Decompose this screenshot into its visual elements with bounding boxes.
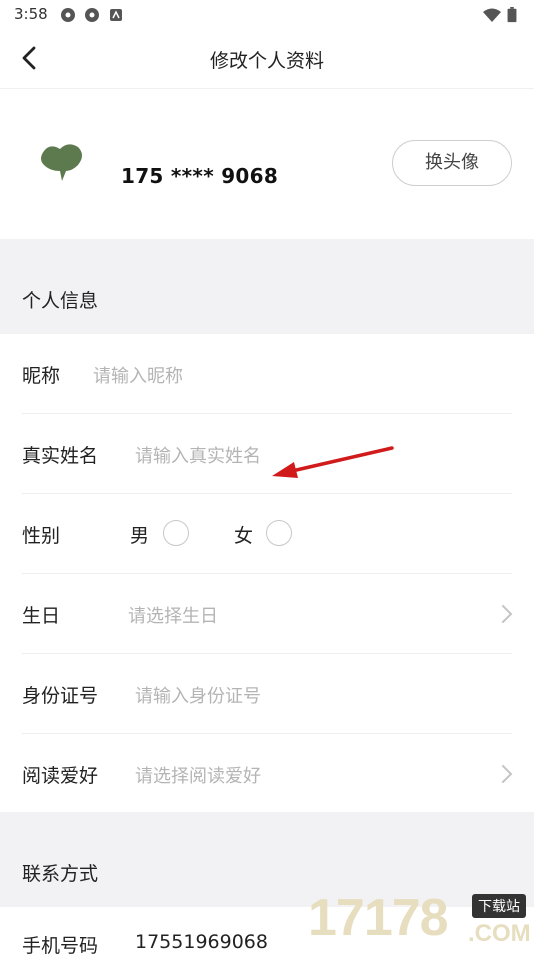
gender-male-label[interactable]: 男 xyxy=(130,521,149,548)
watermark-text: 17178 xyxy=(308,889,449,947)
birthday-row[interactable]: 生日 请选择生日 xyxy=(0,574,534,654)
id-number-label: 身份证号 xyxy=(22,685,99,707)
reading-hobby-picker[interactable]: 请选择阅读爱好 xyxy=(135,762,261,788)
status-bar: 3:58 xyxy=(0,0,534,30)
nickname-label: 昵称 xyxy=(22,365,61,387)
chevron-right-icon xyxy=(502,765,513,783)
avatar[interactable] xyxy=(36,141,86,183)
change-avatar-button[interactable]: 换头像 xyxy=(392,140,512,186)
reading-hobby-row[interactable]: 阅读爱好 请选择阅读爱好 xyxy=(0,734,534,814)
battery-icon xyxy=(507,7,517,23)
gender-label: 性别 xyxy=(22,525,61,547)
title-bar: 修改个人资料 xyxy=(0,30,534,89)
mobile-label: 手机号码 xyxy=(22,935,99,957)
real-name-row[interactable]: 真实姓名 请输入真实姓名 xyxy=(0,414,534,494)
personal-info-section-header: 个人信息 xyxy=(0,239,534,334)
id-number-row[interactable]: 身份证号 请输入身份证号 xyxy=(0,654,534,734)
reading-hobby-label: 阅读爱好 xyxy=(22,765,99,787)
masked-phone-number: 175 **** 9068 xyxy=(121,164,279,188)
wifi-icon xyxy=(483,8,501,22)
status-time: 3:58 xyxy=(14,5,48,23)
page-title: 修改个人资料 xyxy=(209,50,324,72)
gender-female-radio[interactable] xyxy=(266,520,292,546)
gender-row: 性别 男 女 xyxy=(0,494,534,574)
real-name-input[interactable]: 请输入真实姓名 xyxy=(135,442,261,468)
gender-female-label[interactable]: 女 xyxy=(234,521,253,548)
birthday-label: 生日 xyxy=(22,605,61,627)
notification-icon xyxy=(61,8,75,22)
app-notification-icon xyxy=(110,9,122,21)
chevron-right-icon xyxy=(502,605,513,623)
birthday-picker[interactable]: 请选择生日 xyxy=(128,602,218,628)
nickname-row[interactable]: 昵称 请输入昵称 xyxy=(0,334,534,414)
section-title: 个人信息 xyxy=(22,290,99,312)
section-title: 联系方式 xyxy=(22,863,99,885)
nickname-input[interactable]: 请输入昵称 xyxy=(93,362,183,388)
annotation-arrow-icon xyxy=(272,446,394,478)
watermark-domain: .COM xyxy=(468,920,531,947)
watermark-badge: 下载站 xyxy=(472,894,526,918)
profile-card: 175 **** 9068 换头像 xyxy=(0,89,534,239)
notification-icon xyxy=(85,8,99,22)
id-number-input[interactable]: 请输入身份证号 xyxy=(135,682,261,708)
real-name-label: 真实姓名 xyxy=(22,445,99,467)
site-watermark: 17178 下载站 .COM xyxy=(308,888,534,950)
gender-male-radio[interactable] xyxy=(163,520,189,546)
